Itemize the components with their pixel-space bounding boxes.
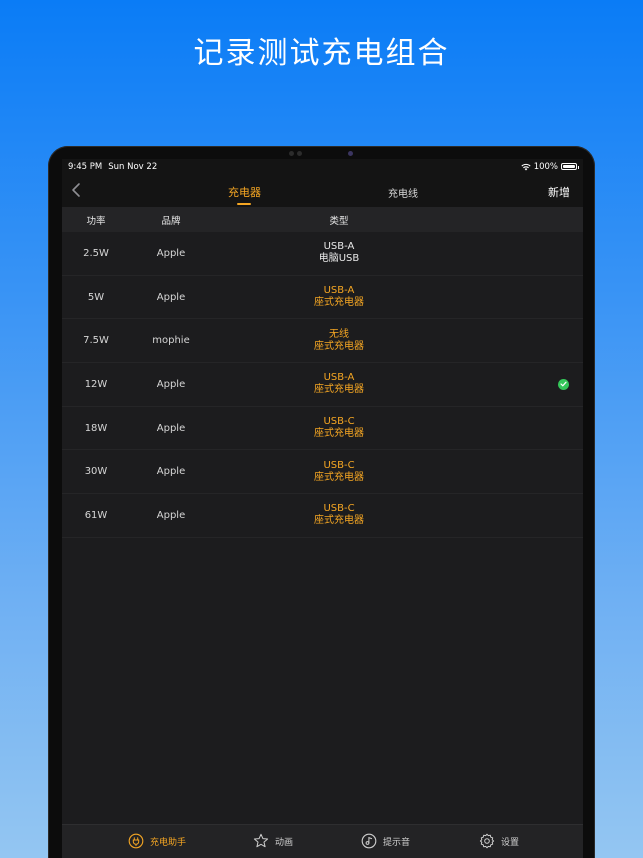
- hero-title: 记录测试充电组合: [193, 36, 450, 71]
- table-row[interactable]: 7.5W mophie 无线 座式充电器: [62, 319, 583, 364]
- tabbar-label: 提示音: [383, 837, 411, 848]
- cell-brand: Apple: [156, 378, 186, 390]
- music-disc-icon: [361, 833, 377, 849]
- status-time: 9:45 PM: [68, 161, 103, 172]
- cell-type-kind: 座式充电器: [314, 340, 364, 352]
- cell-power: 5W: [87, 291, 105, 303]
- table-row[interactable]: 61W Apple USB-C 座式充电器: [62, 494, 583, 538]
- gear-icon: [479, 833, 495, 849]
- cell-type-kind: 座式充电器: [314, 428, 364, 440]
- camera-dot: [297, 151, 302, 156]
- table-row[interactable]: 18W Apple USB-C 座式充电器: [62, 406, 583, 451]
- camera-dot: [289, 151, 294, 156]
- cell-brand: mophie: [152, 335, 190, 347]
- tabbar-item-settings[interactable]: 设置: [479, 833, 519, 849]
- table-row[interactable]: 30W Apple USB-C 座式充电器: [62, 450, 583, 495]
- cell-type-kind: 电脑USB: [318, 253, 360, 265]
- cell-type-kind: 座式充电器: [314, 515, 364, 527]
- header-power: 功率: [86, 215, 106, 227]
- header-type: 类型: [329, 215, 349, 227]
- cell-type-connector: USB-A: [323, 241, 355, 253]
- checkmark-icon: [558, 378, 569, 390]
- tabbar-item-charging-assistant[interactable]: 充电助手: [128, 833, 186, 849]
- status-date: Sun Nov 22: [108, 161, 158, 172]
- chevron-left-icon[interactable]: [70, 182, 84, 198]
- tabbar-item-sound[interactable]: 提示音: [361, 833, 410, 849]
- cell-type-connector: USB-C: [323, 503, 355, 515]
- status-bar: 9:45 PM Sun Nov 22 100%: [62, 159, 583, 174]
- star-icon: [253, 833, 269, 848]
- cell-power: 30W: [84, 466, 108, 478]
- cell-power: 7.5W: [83, 335, 109, 347]
- camera-lens: [348, 151, 353, 156]
- cell-type-kind: 座式充电器: [314, 297, 364, 309]
- table-row[interactable]: 5W Apple USB-A 座式充电器: [62, 275, 583, 320]
- tablet-frame: 9:45 PM Sun Nov 22 100% 充电器 充电线 新增 功率 品牌…: [48, 146, 595, 858]
- battery-icon: [561, 163, 579, 170]
- cell-type-connector: 无线: [329, 328, 349, 340]
- tabbar-label: 充电助手: [150, 837, 187, 848]
- cell-brand: Apple: [156, 422, 186, 434]
- cell-power: 18W: [84, 422, 108, 434]
- wifi-icon: [521, 163, 531, 170]
- add-button[interactable]: 新增: [548, 184, 570, 200]
- tabbar-label: 动画: [275, 837, 294, 848]
- cell-power: 61W: [84, 509, 108, 521]
- table-row[interactable]: 2.5W Apple USB-A 电脑USB: [62, 232, 583, 276]
- battery-percent: 100%: [533, 161, 558, 172]
- cell-type-connector: USB-A: [323, 372, 355, 384]
- app-screen: 9:45 PM Sun Nov 22 100% 充电器 充电线 新增 功率 品牌…: [62, 159, 583, 858]
- plug-icon: [128, 833, 144, 849]
- tabbar-label: 设置: [501, 837, 520, 848]
- cell-power: 2.5W: [83, 247, 109, 259]
- tab-active-indicator: [237, 203, 251, 205]
- tabbar-item-animation[interactable]: 动画: [253, 833, 293, 849]
- cell-type-connector: USB-C: [323, 459, 355, 471]
- table-header: 功率 品牌 类型: [62, 207, 583, 232]
- tab-chargers[interactable]: 充电器: [228, 184, 261, 200]
- table-row[interactable]: 12W Apple USB-A 座式充电器: [62, 363, 583, 407]
- tab-cables[interactable]: 充电线: [388, 185, 418, 200]
- cell-type-connector: USB-C: [323, 416, 355, 428]
- charger-list: 2.5W Apple USB-A 电脑USB 5W Apple USB-A 座式…: [62, 232, 583, 538]
- cell-power: 12W: [84, 378, 108, 390]
- cell-type-kind: 座式充电器: [314, 471, 364, 483]
- cell-brand: Apple: [156, 509, 186, 521]
- cell-type-connector: USB-A: [323, 285, 355, 297]
- cell-brand: Apple: [156, 291, 186, 303]
- nav-bar: 充电器 充电线 新增: [62, 174, 583, 207]
- cell-brand: Apple: [156, 466, 186, 478]
- cell-type-kind: 座式充电器: [314, 384, 364, 396]
- bottom-tab-bar: 充电助手 动画 提示音 设置: [62, 824, 583, 858]
- cell-brand: Apple: [156, 247, 186, 259]
- header-brand: 品牌: [161, 215, 181, 227]
